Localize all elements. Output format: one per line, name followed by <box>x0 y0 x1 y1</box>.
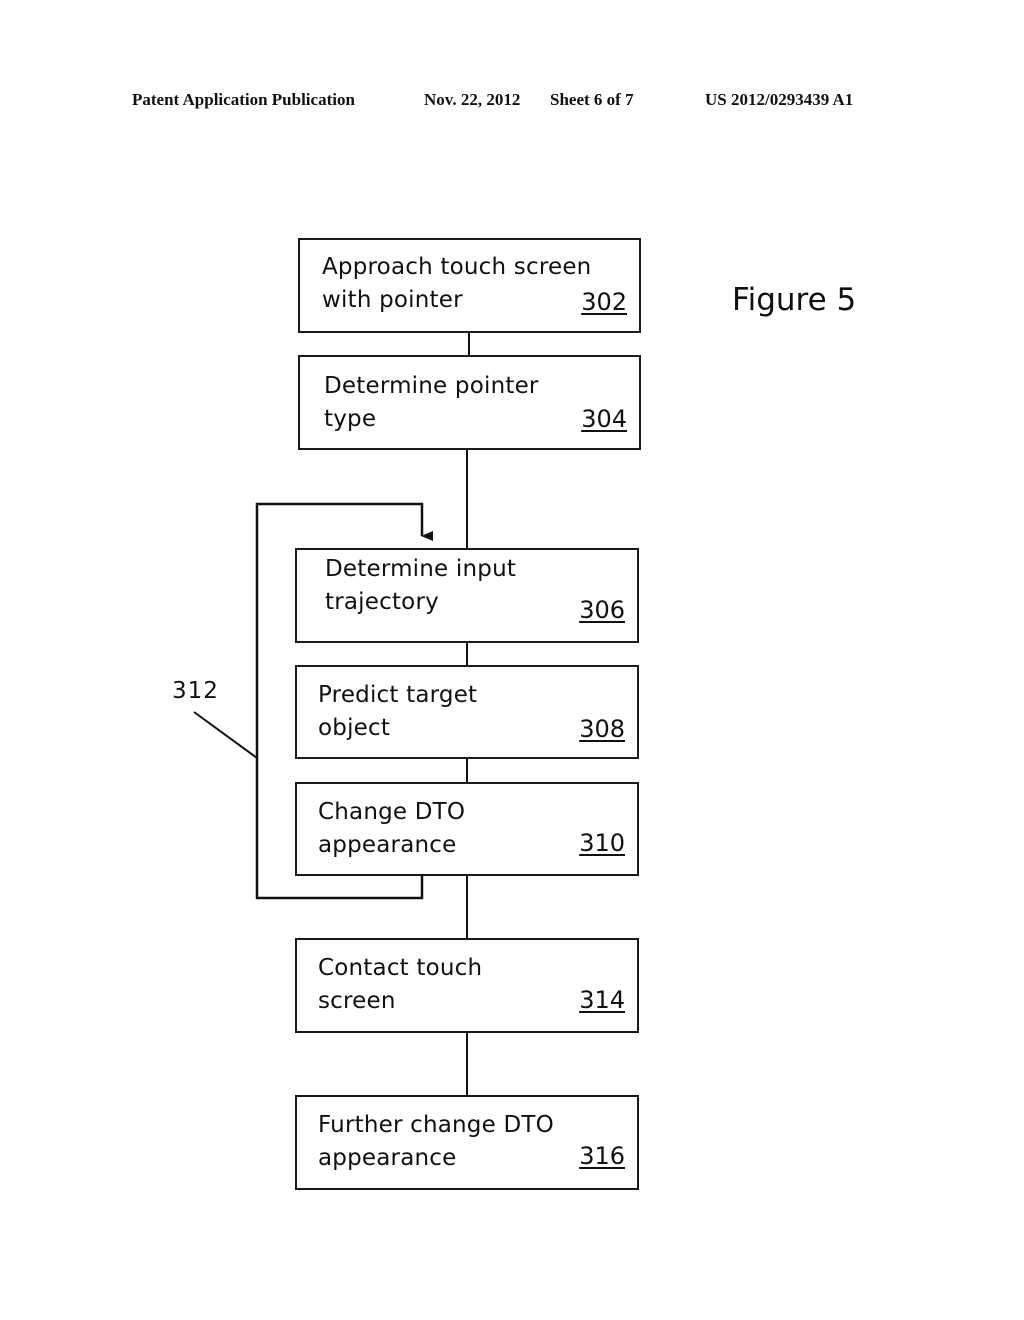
loop-label: 312 <box>172 678 219 704</box>
step-box-310: Change DTO appearance 310 <box>295 782 639 876</box>
step-ref-number: 316 <box>579 1142 625 1170</box>
step-text-line2: appearance <box>318 832 457 858</box>
step-text-line1: Determine pointer <box>324 373 539 399</box>
step-text-line2: appearance <box>318 1145 457 1171</box>
step-box-304: Determine pointer type 304 <box>298 355 641 450</box>
step-text-line1: Approach touch screen <box>322 254 592 280</box>
step-ref-number: 308 <box>579 715 625 743</box>
step-box-314: Contact touch screen 314 <box>295 938 639 1033</box>
figure-label: Figure 5 <box>732 282 857 318</box>
step-text-line2: type <box>324 406 377 432</box>
step-text-line2: trajectory <box>325 589 439 615</box>
step-box-316: Further change DTO appearance 316 <box>295 1095 639 1190</box>
step-ref-number: 306 <box>579 596 625 624</box>
step-text-line2: with pointer <box>322 287 463 313</box>
step-box-302: Approach touch screen with pointer 302 <box>298 238 641 333</box>
step-ref-number: 302 <box>581 288 627 316</box>
step-text-line1: Determine input <box>325 556 517 582</box>
step-text-line2: screen <box>318 988 396 1014</box>
step-box-308: Predict target object 308 <box>295 665 639 759</box>
step-ref-number: 314 <box>579 986 625 1014</box>
step-text-line1: Further change DTO <box>318 1112 554 1138</box>
step-text-line2: object <box>318 715 391 741</box>
loop-label-leader <box>193 711 258 759</box>
step-ref-number: 310 <box>579 829 625 857</box>
step-text-line1: Predict target <box>318 682 478 708</box>
step-text-line1: Contact touch <box>318 955 483 981</box>
step-box-306: Determine input trajectory 306 <box>295 548 639 643</box>
step-ref-number: 304 <box>581 405 627 433</box>
step-text-line1: Change DTO <box>318 799 466 825</box>
